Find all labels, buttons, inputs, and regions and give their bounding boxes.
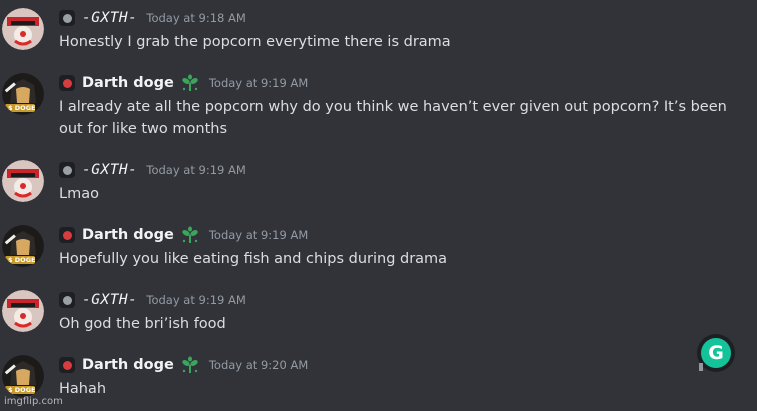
- message-content: I already ate all the popcorn why do you…: [59, 99, 727, 137]
- drag-handle-icon[interactable]: [699, 363, 703, 371]
- timestamp: Today at 9:19 AM: [146, 163, 246, 177]
- clown-avatar-icon[interactable]: [2, 160, 44, 202]
- doge-avatar-icon[interactable]: $ DOGE: [2, 355, 44, 397]
- clown-avatar-icon[interactable]: [2, 290, 44, 332]
- username[interactable]: -GXTH-: [82, 292, 137, 308]
- role-icon[interactable]: [59, 292, 75, 308]
- timestamp: Today at 9:19 AM: [208, 228, 309, 242]
- message-header: Darth doge Today at 9:20 AM: [59, 355, 308, 375]
- doge-avatar-icon[interactable]: $ DOGE: [2, 73, 44, 115]
- chat-messages: -GXTH- Today at 9:18 AM Honestly I grab …: [0, 0, 757, 411]
- role-icon[interactable]: [59, 10, 75, 26]
- watermark: imgflip.com: [4, 396, 63, 407]
- timestamp: Today at 9:18 AM: [146, 11, 246, 25]
- message-content: Lmao: [59, 186, 99, 202]
- doge-avatar-text: $ DOGE: [8, 104, 35, 112]
- message-header: Darth doge Today at 9:19 AM: [59, 73, 308, 93]
- username[interactable]: -GXTH-: [82, 10, 137, 26]
- message-header: -GXTH- Today at 9:18 AM: [59, 8, 246, 28]
- sprout-badge-icon[interactable]: [180, 74, 200, 92]
- role-icon[interactable]: [59, 75, 75, 91]
- doge-avatar-icon[interactable]: $ DOGE: [2, 225, 44, 267]
- message-header: -GXTH- Today at 9:19 AM: [59, 160, 246, 180]
- username[interactable]: Darth doge: [82, 357, 174, 373]
- message-header: -GXTH- Today at 9:19 AM: [59, 290, 246, 310]
- message-content: Hahah: [59, 381, 107, 397]
- role-icon[interactable]: [59, 357, 75, 373]
- timestamp: Today at 9:19 AM: [208, 76, 309, 90]
- role-icon[interactable]: [59, 227, 75, 243]
- timestamp: Today at 9:20 AM: [208, 358, 309, 372]
- message-content: Honestly I grab the popcorn everytime th…: [59, 34, 451, 50]
- clown-avatar-icon[interactable]: [2, 8, 44, 50]
- role-icon[interactable]: [59, 162, 75, 178]
- doge-avatar-text: $ DOGE: [8, 256, 35, 264]
- message-header: Darth doge Today at 9:19 AM: [59, 225, 308, 245]
- doge-avatar-text: $ DOGE: [8, 386, 35, 394]
- sprout-badge-icon[interactable]: [180, 356, 200, 374]
- username[interactable]: -GXTH-: [82, 162, 137, 178]
- sprout-badge-icon[interactable]: [180, 226, 200, 244]
- username[interactable]: Darth doge: [82, 75, 174, 91]
- message-content: Hopefully you like eating fish and chips…: [59, 251, 448, 267]
- timestamp: Today at 9:19 AM: [146, 293, 246, 307]
- username[interactable]: Darth doge: [82, 227, 174, 243]
- message-content: Oh god the bri’ish food: [59, 316, 226, 332]
- grammarly-letter: G: [701, 338, 731, 368]
